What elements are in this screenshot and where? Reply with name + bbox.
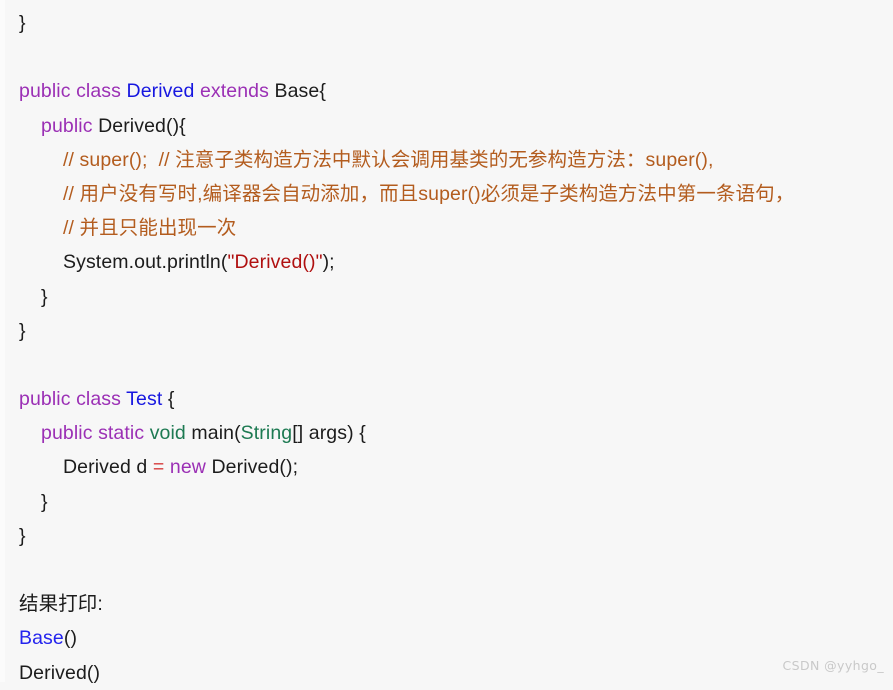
code-token: extends [194,80,275,103]
line-9-close-method: } [0,280,893,314]
line-15-close-main: } [0,485,893,519]
code-token: Derived(); [205,456,299,479]
line-12-class-test-decl: public class Test { [0,382,893,416]
code-token: Derived [126,80,195,103]
code-token: Base [19,627,64,650]
code-token: void [149,422,186,445]
line-16-close-test: } [0,519,893,553]
code-token: new [169,456,206,479]
code-token: public class [19,80,127,103]
line-7-comment-only-once: // 并且只能出现一次 [0,211,893,245]
code-token: } [41,490,48,513]
code-token: System.out.println( [63,251,228,274]
code-token: } [19,524,26,547]
line-10-close-class: } [0,314,893,348]
code-token: Test [126,388,163,411]
code-token: String [240,422,293,445]
line-14-new-derived: Derived d = new Derived(); [0,450,893,484]
code-token: } [41,285,48,308]
code-token: ); [322,251,335,274]
code-token: main( [185,422,241,445]
code-token: Derived(){ [98,114,186,137]
code-token: "Derived()" [227,251,323,274]
code-lines-container: } public class Derived extends Base{publ… [0,0,893,690]
code-token: public static [41,422,150,445]
line-17-blank [0,553,893,587]
code-token: // super(); // 注意子类构造方法中默认会调用基类的无参构造方法：s… [63,148,714,171]
line-19-output-base: Base() [0,621,893,655]
code-token: } [19,319,26,342]
code-token: [] args) { [292,422,366,445]
line-8-println-derived: System.out.println("Derived()"); [0,245,893,279]
code-snippet-panel: } public class Derived extends Base{publ… [0,0,893,684]
code-token: public [41,114,99,137]
line-5-comment-super: // super(); // 注意子类构造方法中默认会调用基类的无参构造方法：s… [0,143,893,177]
code-token: Derived d [63,456,153,479]
line-18-result-label: 结果打印: [0,587,893,621]
csdn-watermark: CSDN @yyhgo_ [782,658,884,673]
code-token: () [63,627,78,650]
line-4-derived-constructor: public Derived(){ [0,109,893,143]
code-token: // 用户没有写时,编译器会自动添加，而且super()必须是子类构造方法中第一… [63,182,795,205]
line-1-close-brace: } [0,6,893,40]
code-token: 结果打印: [19,593,103,616]
code-token: } [19,12,26,34]
line-6-comment-auto-add: // 用户没有写时,编译器会自动添加，而且super()必须是子类构造方法中第一… [0,177,893,211]
code-token: Derived() [19,661,101,684]
line-11-blank [0,348,893,382]
code-token: { [162,388,175,411]
code-token: // 并且只能出现一次 [63,217,237,240]
code-token: = [152,456,165,479]
code-token: public class [19,388,127,411]
line-20-output-derived: Derived() [0,656,893,690]
line-3-class-derived-decl: public class Derived extends Base{ [0,74,893,108]
line-2-blank [0,40,893,74]
line-13-main-signature: public static void main(String[] args) { [0,416,893,450]
code-token: Base{ [274,80,326,103]
